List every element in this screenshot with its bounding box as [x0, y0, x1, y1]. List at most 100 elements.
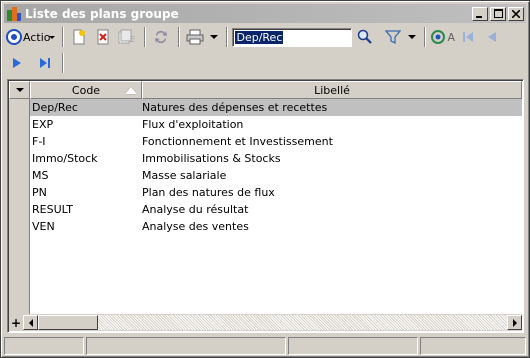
- dropdown-arrow-button[interactable]: [48, 26, 56, 48]
- close-button[interactable]: [508, 6, 524, 21]
- refresh-button[interactable]: [150, 26, 172, 48]
- cell-libelle: Flux d'exploitation: [142, 118, 244, 131]
- filter-dropdown-button[interactable]: [406, 26, 418, 48]
- status-bar: [4, 337, 526, 355]
- cell-libelle: Natures des dépenses et recettes: [142, 101, 328, 114]
- table-row[interactable]: F-I Fonctionnement et Investissement: [30, 133, 522, 150]
- toolbar-main: Actio E Dep/Rec A: [4, 24, 526, 50]
- close-icon: [512, 9, 520, 18]
- toolbar-navigation: [4, 50, 526, 76]
- first-record-button[interactable]: [457, 26, 479, 48]
- cell-code: Immo/Stock: [32, 152, 98, 165]
- toolbar-separator: [144, 27, 147, 47]
- column-header-code-label: Code: [71, 83, 101, 97]
- search-input[interactable]: Dep/Rec: [232, 27, 353, 47]
- cell-libelle: Analyse du résultat: [142, 203, 249, 216]
- edit-button[interactable]: E: [116, 26, 138, 48]
- table-row[interactable]: EXP Flux d'exploitation: [30, 116, 522, 133]
- cell-code: EXP: [32, 118, 54, 131]
- previous-record-icon: [488, 32, 497, 42]
- previous-record-button[interactable]: [481, 26, 503, 48]
- horizontal-scrollbar-track[interactable]: [38, 315, 507, 330]
- delete-icon: [97, 29, 109, 45]
- cell-code: Dep/Rec: [32, 101, 78, 114]
- refresh-a-label: A: [447, 30, 456, 44]
- column-header-code[interactable]: Code: [30, 81, 142, 99]
- action-button[interactable]: Actio: [6, 26, 50, 48]
- grid-footer: +: [9, 314, 522, 331]
- next-record-button[interactable]: [6, 52, 28, 74]
- action-icon: [6, 29, 22, 45]
- last-record-icon: [40, 58, 50, 68]
- toolbar-separator: [226, 27, 229, 47]
- search-icon: [358, 29, 373, 44]
- edit-disabled-icon: E: [118, 29, 136, 44]
- printer-icon: [186, 29, 204, 45]
- toolbar-separator: [62, 27, 65, 47]
- cell-libelle: Masse salariale: [142, 169, 227, 182]
- table-row[interactable]: Immo/Stock Immobilisations & Stocks: [30, 150, 522, 167]
- column-header-libelle[interactable]: Libellé: [142, 81, 522, 99]
- delete-button[interactable]: [92, 26, 114, 48]
- search-input-value: Dep/Rec: [235, 30, 284, 44]
- cell-code: MS: [32, 169, 49, 182]
- filter-button[interactable]: [382, 26, 404, 48]
- arrow-left-icon: [28, 318, 33, 327]
- chevron-down-icon: [49, 35, 56, 39]
- maximize-button[interactable]: [490, 6, 506, 21]
- table-row[interactable]: Dep/Rec Natures des dépenses et recettes: [30, 99, 522, 116]
- refresh-icon: [431, 30, 446, 44]
- row-selector-column: [9, 99, 30, 314]
- add-row-button[interactable]: +: [9, 315, 23, 330]
- grid-header: Code Libellé: [9, 81, 522, 99]
- grid-rows: Dep/Rec Natures des dépenses et recettes…: [30, 99, 522, 235]
- table-row[interactable]: VEN Analyse des ventes: [30, 218, 522, 235]
- minimize-icon: [476, 15, 482, 18]
- toolbar-separator: [62, 53, 64, 73]
- first-record-icon: [463, 32, 474, 42]
- column-header-libelle-label: Libellé: [314, 83, 350, 97]
- row-selector-header[interactable]: [9, 81, 30, 99]
- chevron-down-icon: [15, 88, 24, 92]
- svg-text:E: E: [130, 35, 135, 44]
- cell-code: F-I: [32, 135, 46, 148]
- status-panel: [420, 337, 526, 355]
- refresh-arrows-icon: [155, 30, 168, 44]
- cell-libelle: Plan des natures de flux: [142, 186, 275, 199]
- table-row[interactable]: RESULT Analyse du résultat: [30, 201, 522, 218]
- refresh-a-button[interactable]: A: [430, 26, 455, 48]
- horizontal-scrollbar-thumb[interactable]: [38, 315, 98, 330]
- maximize-icon: [493, 9, 503, 18]
- filter-icon: [385, 30, 402, 45]
- search-button[interactable]: [354, 26, 376, 48]
- scroll-right-button[interactable]: [507, 315, 522, 330]
- new-button[interactable]: [68, 26, 90, 48]
- next-record-icon: [13, 58, 21, 68]
- table-row[interactable]: PN Plan des natures de flux: [30, 184, 522, 201]
- last-record-button[interactable]: [34, 52, 56, 74]
- new-document-icon: [73, 29, 86, 45]
- toolbar-separator: [424, 27, 427, 47]
- cell-libelle: Analyse des ventes: [142, 220, 249, 233]
- toolbar-separator: [178, 27, 181, 47]
- print-button[interactable]: [184, 26, 206, 48]
- chevron-down-icon: [210, 35, 219, 39]
- window: Liste des plans groupe Actio E Dep/Rec A…: [0, 0, 530, 358]
- action-label: Actio: [23, 30, 51, 44]
- window-title: Liste des plans groupe: [25, 6, 179, 21]
- data-grid: Code Libellé Dep/Rec Natures des dépense…: [7, 79, 524, 333]
- print-dropdown-button[interactable]: [208, 26, 220, 48]
- status-panel: [86, 337, 286, 355]
- status-panel: [288, 337, 418, 355]
- title-bar: Liste des plans groupe: [4, 4, 526, 23]
- chevron-down-icon: [408, 35, 417, 39]
- sort-ascending-icon: [125, 87, 137, 94]
- cell-code: RESULT: [32, 203, 73, 216]
- cell-code: VEN: [32, 220, 55, 233]
- status-panel: [4, 337, 84, 355]
- app-icon: [6, 6, 22, 22]
- minimize-button[interactable]: [472, 6, 488, 21]
- table-row[interactable]: MS Masse salariale: [30, 167, 522, 184]
- cell-libelle: Fonctionnement et Investissement: [142, 135, 333, 148]
- scroll-left-button[interactable]: [23, 315, 38, 330]
